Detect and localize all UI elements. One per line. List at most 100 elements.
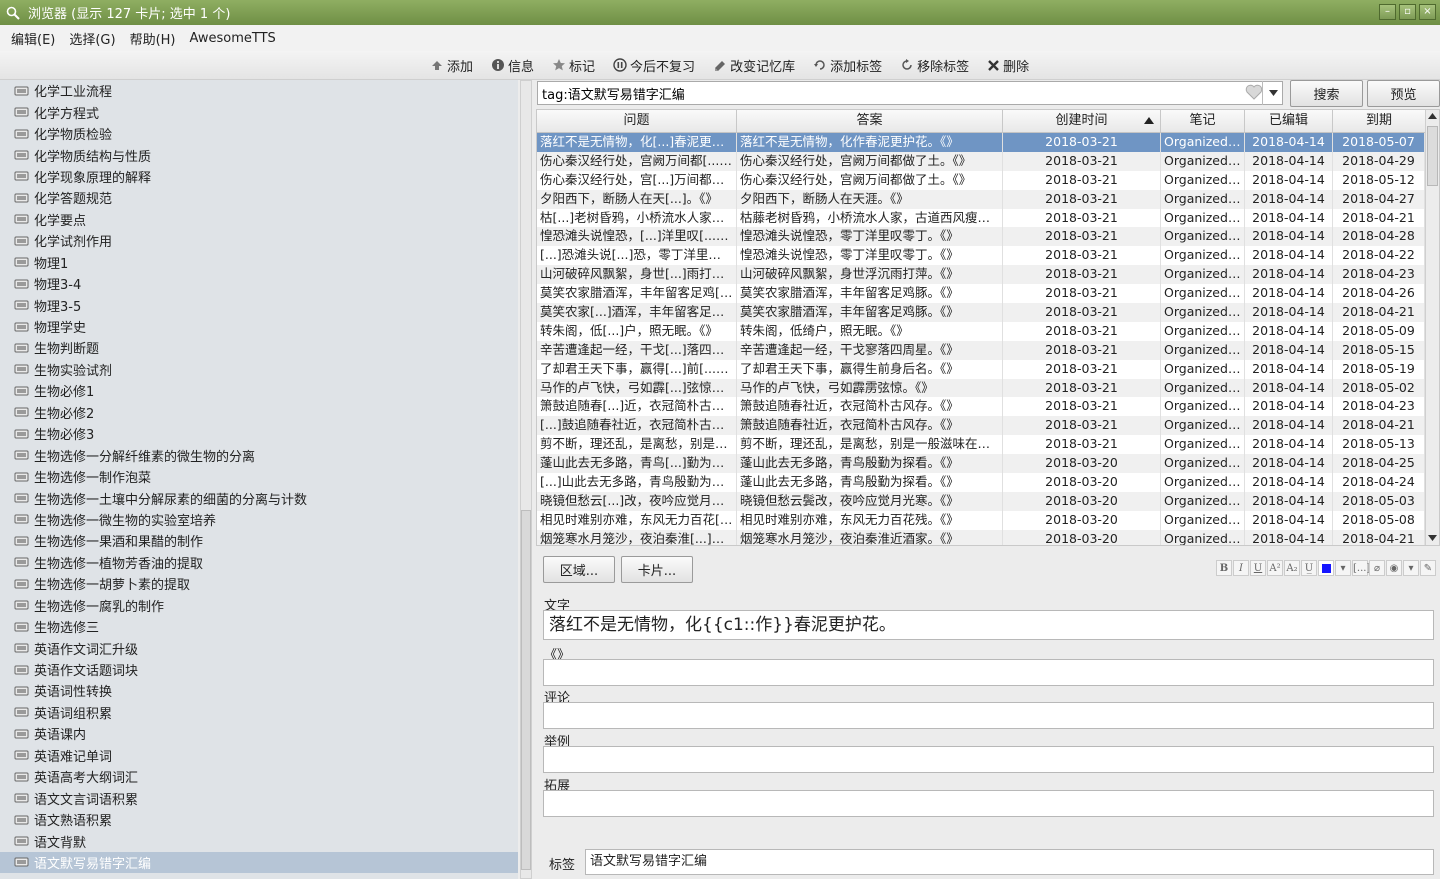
- cards-button[interactable]: 卡片...: [621, 556, 693, 583]
- search-history-dropdown[interactable]: [1262, 81, 1283, 105]
- deck-item[interactable]: 化学试剂作用: [0, 230, 518, 251]
- table-row[interactable]: [...]恐滩头说[...]恐，零丁洋里叹零丁。《》惶恐滩头说惶恐，零丁洋里叹零…: [537, 246, 1425, 266]
- table-row[interactable]: 伤心秦汉经行处，宫阙万间都[...]了土。《》伤心秦汉经行处，宫阙万间都做了土。…: [537, 151, 1425, 171]
- deck-item[interactable]: 英语难记单词: [0, 745, 518, 766]
- delete-button[interactable]: 删除: [987, 56, 1029, 75]
- table-row[interactable]: 枯[...]老树昏鸦，小桥流水人家，古道西风瘦马。《》枯藤老树昏鸦，小桥流水人家…: [537, 208, 1425, 228]
- table-scrollbar[interactable]: [1425, 110, 1439, 545]
- text-field[interactable]: 落红不是无情物，化{{c1::作}}春泥更护花。: [543, 610, 1434, 640]
- column-created[interactable]: 创建时间: [1003, 110, 1161, 132]
- deck-item[interactable]: 生物判断题: [0, 337, 518, 358]
- deck-item[interactable]: 物理1: [0, 252, 518, 273]
- deck-item[interactable]: 生物选修三: [0, 616, 518, 637]
- preview-button[interactable]: 预览: [1367, 80, 1440, 107]
- more-dropdown-icon[interactable]: ▾: [1403, 560, 1419, 576]
- subscript-icon[interactable]: A₂: [1284, 560, 1300, 576]
- menu-select[interactable]: 选择(G): [62, 29, 122, 48]
- table-row[interactable]: 剪不断，理还乱，是离愁，别是一[...]滋味在心头。《》剪不断，理还乱，是离愁，…: [537, 435, 1425, 455]
- suspend-button[interactable]: 今后不复习: [613, 56, 695, 75]
- deck-item[interactable]: 化学现象原理的解释: [0, 166, 518, 187]
- deck-item[interactable]: 语文熟语积累: [0, 809, 518, 830]
- attach-icon[interactable]: ⌀: [1369, 560, 1385, 576]
- source-field[interactable]: [543, 659, 1434, 686]
- deck-item[interactable]: 化学工业流程: [0, 80, 518, 101]
- menu-awesometts[interactable]: AwesomeTTS: [183, 31, 283, 46]
- close-button[interactable]: ×: [1419, 4, 1436, 20]
- info-button[interactable]: 信息: [491, 56, 534, 75]
- extend-field[interactable]: [543, 790, 1434, 817]
- table-row[interactable]: 落红不是无情物，化[...]春泥更护花。《》落红不是无情物，化作春泥更护花。《》…: [537, 133, 1425, 152]
- deck-item[interactable]: 生物选修一微生物的实验室培养: [0, 509, 518, 530]
- html-editor-icon[interactable]: ✎: [1420, 560, 1436, 576]
- search-button[interactable]: 搜索: [1290, 80, 1363, 107]
- column-edited[interactable]: 已编辑: [1245, 110, 1333, 132]
- minimize-button[interactable]: –: [1379, 4, 1396, 20]
- deck-item[interactable]: 生物选修一制作泡菜: [0, 466, 518, 487]
- deck-item[interactable]: 化学答题规范: [0, 187, 518, 208]
- table-row[interactable]: 辛苦遭逢起一经，干戈[...]落四周星。《》辛苦遭逢起一经，干戈寥落四周星。《》…: [537, 340, 1425, 360]
- cloze-icon[interactable]: [...]: [1352, 560, 1370, 576]
- deck-item[interactable]: 化学物质检验: [0, 123, 518, 144]
- menu-help[interactable]: 帮助(H): [123, 29, 183, 48]
- table-row[interactable]: 惶恐滩头说惶恐，[...]洋里叹[...]。《》 惶恐滩头说惶恐，零丁洋里叹零丁。…: [537, 227, 1425, 247]
- deck-item[interactable]: 语文背默: [0, 830, 518, 851]
- restore-button[interactable]: ▫: [1399, 4, 1416, 20]
- deck-item[interactable]: 生物选修一腐乳的制作: [0, 595, 518, 616]
- sidebar-scrollbar[interactable]: [518, 80, 536, 879]
- deck-item[interactable]: 生物必修2: [0, 402, 518, 423]
- record-icon[interactable]: ◉: [1386, 560, 1402, 576]
- menu-edit[interactable]: 编辑(E): [4, 29, 62, 48]
- table-row[interactable]: 山河破碎风飘絮，身世[...]雨打萍。《》 山河破碎风飘絮，身世浮沉雨打萍。《》 2…: [537, 265, 1425, 285]
- table-row[interactable]: 莫笑农家[...]酒浑，丰年留客足鸡豚。《》莫笑农家腊酒浑，丰年留客足鸡豚。《》…: [537, 303, 1425, 322]
- table-row[interactable]: [...]山此去无多路，青鸟殷勤为探看。《》蓬山此去无多路，青鸟殷勤为探看。《》…: [537, 473, 1425, 492]
- table-row[interactable]: [...]鼓追随春社近，衣冠简朴古风存。《》箫鼓追随春社近，衣冠简朴古风存。《》…: [537, 416, 1425, 436]
- deck-item[interactable]: 物理学史: [0, 316, 518, 337]
- deck-item[interactable]: 物理3-5: [0, 294, 518, 315]
- mark-button[interactable]: 标记: [552, 56, 595, 75]
- chevron-down-icon[interactable]: [1428, 535, 1437, 541]
- example-field[interactable]: [543, 746, 1434, 773]
- deck-item[interactable]: 化学方程式: [0, 101, 518, 122]
- deck-item[interactable]: 物理3-4: [0, 273, 518, 294]
- scrollbar-thumb[interactable]: [1427, 126, 1438, 186]
- deck-item[interactable]: 生物必修3: [0, 423, 518, 444]
- deck-item[interactable]: 生物选修一土壤中分解尿素的细菌的分离与计数: [0, 487, 518, 508]
- deck-item[interactable]: 化学物质结构与性质: [0, 144, 518, 165]
- deck-item[interactable]: 英语词性转换: [0, 680, 518, 701]
- superscript-icon[interactable]: A²: [1267, 560, 1283, 576]
- add-tags-button[interactable]: 添加标签: [813, 56, 882, 75]
- saved-search-icon[interactable]: [1245, 84, 1263, 104]
- column-due[interactable]: 到期: [1333, 110, 1425, 132]
- column-answer[interactable]: 答案: [737, 110, 1003, 132]
- bold-icon[interactable]: B: [1216, 560, 1232, 576]
- table-row[interactable]: 了却君王天下事，赢得[...]前[...]后名。《》了却君王天下事，赢得生前身后…: [537, 359, 1425, 379]
- deck-item[interactable]: 英语课内: [0, 723, 518, 744]
- deck-item[interactable]: 生物选修一果酒和果醋的制作: [0, 530, 518, 551]
- deck-item[interactable]: 生物必修1: [0, 380, 518, 401]
- deck-item[interactable]: 英语作文词汇升级: [0, 637, 518, 658]
- color-dropdown-icon[interactable]: ▾: [1335, 560, 1351, 576]
- underline-icon[interactable]: U: [1250, 560, 1266, 576]
- clear-format-icon[interactable]: U̲: [1301, 560, 1317, 576]
- chevron-up-icon[interactable]: [1428, 113, 1437, 119]
- deck-item[interactable]: 英语高考大纲词汇: [0, 766, 518, 787]
- table-row[interactable]: 夕阳西下，断肠人在天[...]。《》 夕阳西下，断肠人在天涯。《》 2018-03-…: [537, 189, 1425, 209]
- table-row[interactable]: 晓镜但愁云[...]改，夜吟应觉月光寒。《》晓镜但愁云鬓改，夜吟应觉月光寒。《》…: [537, 491, 1425, 511]
- deck-item[interactable]: 英语词组积累: [0, 702, 518, 723]
- remove-tags-button[interactable]: 移除标签: [900, 56, 969, 75]
- deck-item[interactable]: 语文文言词语积累: [0, 787, 518, 808]
- deck-item[interactable]: 英语作文话题词块: [0, 659, 518, 680]
- deck-item[interactable]: 化学要点: [0, 209, 518, 230]
- table-row[interactable]: 相见时难别亦难，东风无力百花[...]。《》相见时难别亦难，东风无力百花残。《》…: [537, 510, 1425, 530]
- deck-item[interactable]: 生物选修一分解纤维素的微生物的分离: [0, 444, 518, 465]
- change-deck-button[interactable]: 改变记忆库: [713, 56, 795, 75]
- table-row[interactable]: 莫笑农家腊酒浑，丰年留客足鸡[...]。《》莫笑农家腊酒浑，丰年留客足鸡豚。《》…: [537, 284, 1425, 304]
- deck-item[interactable]: 生物实验试剂: [0, 359, 518, 380]
- deck-item[interactable]: 生物选修一胡萝卜素的提取: [0, 573, 518, 594]
- italic-icon[interactable]: I: [1233, 560, 1249, 576]
- table-row[interactable]: 蓬山此去无多路，青鸟[...]勤为探看。《》蓬山此去无多路，青鸟殷勤为探看。《》…: [537, 454, 1425, 474]
- text-color-icon[interactable]: [1318, 560, 1334, 576]
- deck-item[interactable]: 生物选修一植物芳香油的提取: [0, 552, 518, 573]
- add-button[interactable]: 添加: [430, 56, 473, 75]
- column-note[interactable]: 笔记: [1161, 110, 1245, 132]
